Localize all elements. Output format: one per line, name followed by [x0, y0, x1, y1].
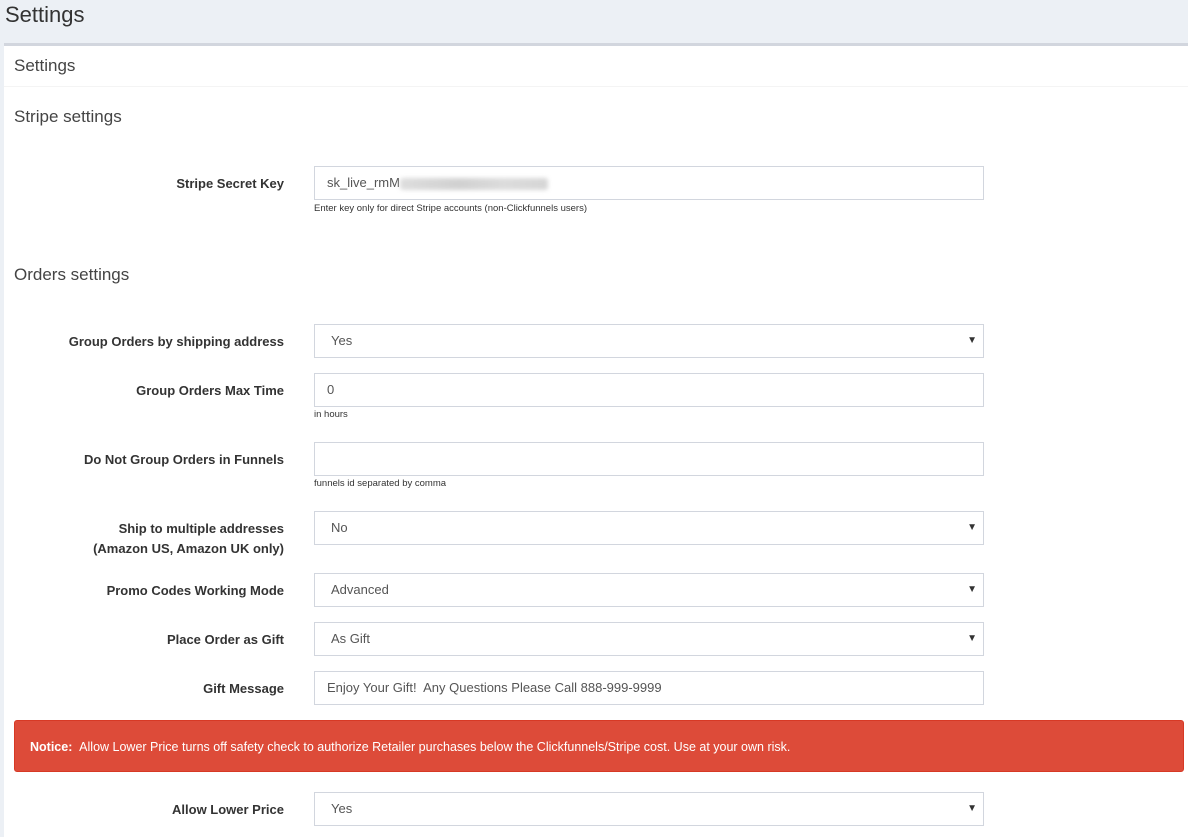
stripe-secret-key-label: Stripe Secret Key	[176, 176, 284, 191]
promo-mode-value: Advanced	[331, 582, 389, 597]
no-group-funnels-help: funnels id separated by comma	[314, 478, 447, 489]
gift-select[interactable]: As Gift ▼	[314, 622, 984, 656]
caret-down-icon: ▼	[967, 335, 977, 346]
group-by-address-select[interactable]: Yes ▼	[314, 324, 984, 358]
promo-mode-label: Promo Codes Working Mode	[106, 583, 284, 598]
promo-mode-select[interactable]: Advanced ▼	[314, 573, 984, 607]
gift-message-label: Gift Message	[203, 681, 284, 696]
stripe-secret-key-input[interactable]: sk_live_rmM	[314, 166, 984, 200]
group-max-time-label: Group Orders Max Time	[136, 383, 284, 398]
page-title: Settings	[5, 2, 85, 27]
ship-multiple-value: No	[331, 520, 348, 535]
group-max-time-input[interactable]: 0	[314, 373, 984, 407]
ship-multiple-label-line2: (Amazon US, Amazon UK only)	[93, 541, 284, 556]
stripe-section-title: Stripe settings	[14, 107, 122, 126]
settings-box: Settings Stripe settings Stripe Secret K…	[4, 43, 1188, 837]
lower-price-notice: Notice: Allow Lower Price turns off safe…	[14, 720, 1184, 772]
gift-message-input[interactable]: Enjoy Your Gift! Any Questions Please Ca…	[314, 671, 984, 705]
group-max-time-help: in hours	[314, 409, 348, 420]
gift-value: As Gift	[331, 631, 371, 646]
gift-label: Place Order as Gift	[166, 632, 284, 647]
ship-multiple-select[interactable]: No ▼	[314, 511, 984, 545]
caret-down-icon: ▼	[967, 633, 977, 644]
caret-down-icon: ▼	[967, 584, 977, 595]
no-group-funnels-input[interactable]	[314, 442, 984, 476]
orders-section-title: Orders settings	[14, 265, 130, 284]
no-group-funnels-label: Do Not Group Orders in Funnels	[83, 452, 284, 467]
lower-price-label: Allow Lower Price	[172, 802, 284, 817]
caret-down-icon: ▼	[967, 803, 977, 814]
box-title: Settings	[14, 56, 76, 75]
box-header: Settings	[4, 46, 1188, 87]
caret-down-icon: ▼	[967, 522, 977, 533]
group-by-address-label: Group Orders by shipping address	[68, 334, 284, 349]
stripe-secret-key-help: Enter key only for direct Stripe account…	[314, 203, 587, 214]
ship-multiple-label-line1: Ship to multiple addresses	[118, 521, 284, 536]
lower-price-select[interactable]: Yes ▼	[314, 792, 984, 826]
group-max-time-value: 0	[327, 382, 335, 397]
notice-text: Allow Lower Price turns off safety check…	[79, 740, 791, 754]
notice-prefix: Notice:	[30, 740, 73, 754]
gift-message-value: Enjoy Your Gift! Any Questions Please Ca…	[327, 680, 662, 695]
ship-multiple-label: Ship to multiple addresses (Amazon US, A…	[44, 519, 284, 559]
lower-price-value: Yes	[331, 801, 353, 816]
group-by-address-value: Yes	[331, 333, 353, 348]
redacted-key-blur	[399, 177, 548, 190]
stripe-secret-key-value: sk_live_rmM	[327, 175, 400, 190]
